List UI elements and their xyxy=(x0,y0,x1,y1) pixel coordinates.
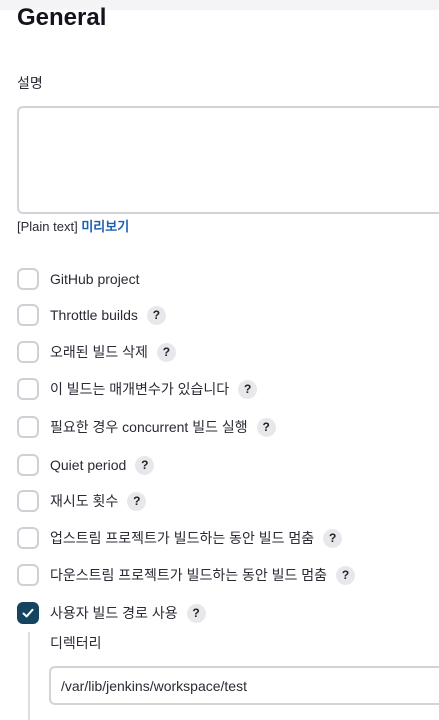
option-label: 이 빌드는 매개변수가 있습니다 xyxy=(50,381,230,397)
checkbox[interactable] xyxy=(17,268,39,290)
option-label: 오래된 빌드 삭제 xyxy=(50,344,148,360)
option-github-project[interactable]: GitHub project xyxy=(17,268,139,290)
help-icon[interactable]: ? xyxy=(146,305,166,325)
description-textarea[interactable] xyxy=(17,106,439,214)
option-label: 필요한 경우 concurrent 빌드 실행 xyxy=(50,419,248,435)
option-custom-workspace[interactable]: 사용자 빌드 경로 사용 ? xyxy=(17,602,206,624)
preview-link[interactable]: 미리보기 xyxy=(81,219,129,234)
option-block-upstream[interactable]: 업스트림 프로젝트가 빌드하는 동안 빌드 멈춤 ? xyxy=(17,527,343,549)
help-icon[interactable]: ? xyxy=(323,528,343,548)
option-discard-old-builds[interactable]: 오래된 빌드 삭제 ? xyxy=(17,341,176,363)
directory-input[interactable] xyxy=(49,666,439,705)
option-concurrent-builds[interactable]: 필요한 경우 concurrent 빌드 실행 ? xyxy=(17,416,276,438)
help-icon[interactable]: ? xyxy=(186,603,206,623)
option-parameterized[interactable]: 이 빌드는 매개변수가 있습니다 ? xyxy=(17,378,258,400)
checkbox[interactable] xyxy=(17,454,39,476)
checkbox[interactable] xyxy=(17,490,39,512)
option-label: 사용자 빌드 경로 사용 xyxy=(50,605,178,621)
checkbox-checked[interactable] xyxy=(17,602,39,624)
option-label: Throttle builds xyxy=(50,307,138,323)
checkbox[interactable] xyxy=(17,416,39,438)
help-icon[interactable]: ? xyxy=(256,417,276,437)
option-label: GitHub project xyxy=(50,271,140,287)
section-title: General xyxy=(17,4,107,31)
directory-label: 디렉터리 xyxy=(50,635,102,651)
option-label: 다운스트림 프로젝트가 빌드하는 동안 빌드 멈춤 xyxy=(50,567,328,583)
option-throttle-builds[interactable]: Throttle builds ? xyxy=(17,304,166,326)
option-label: 재시도 횟수 xyxy=(50,493,119,509)
option-label: Quiet period xyxy=(50,457,127,473)
checkbox[interactable] xyxy=(17,341,39,363)
description-label: 설명 xyxy=(17,75,43,91)
checkbox[interactable] xyxy=(17,304,39,326)
option-block-downstream[interactable]: 다운스트림 프로젝트가 빌드하는 동안 빌드 멈춤 ? xyxy=(17,564,356,586)
option-quiet-period[interactable]: Quiet period ? xyxy=(17,454,155,476)
help-icon[interactable]: ? xyxy=(238,379,258,399)
help-icon[interactable]: ? xyxy=(156,342,176,362)
text-format-label: [Plain text] xyxy=(17,219,78,234)
checkbox[interactable] xyxy=(17,378,39,400)
checkmark-icon xyxy=(22,608,34,618)
option-label: 업스트림 프로젝트가 빌드하는 동안 빌드 멈춤 xyxy=(50,530,315,546)
option-retry-count[interactable]: 재시도 횟수 ? xyxy=(17,490,147,512)
checkbox[interactable] xyxy=(17,527,39,549)
help-icon[interactable]: ? xyxy=(135,455,155,475)
nested-section-line xyxy=(28,632,30,720)
help-icon[interactable]: ? xyxy=(127,491,147,511)
help-icon[interactable]: ? xyxy=(336,565,356,585)
checkbox[interactable] xyxy=(17,564,39,586)
text-format-row: [Plain text] 미리보기 xyxy=(17,218,129,236)
